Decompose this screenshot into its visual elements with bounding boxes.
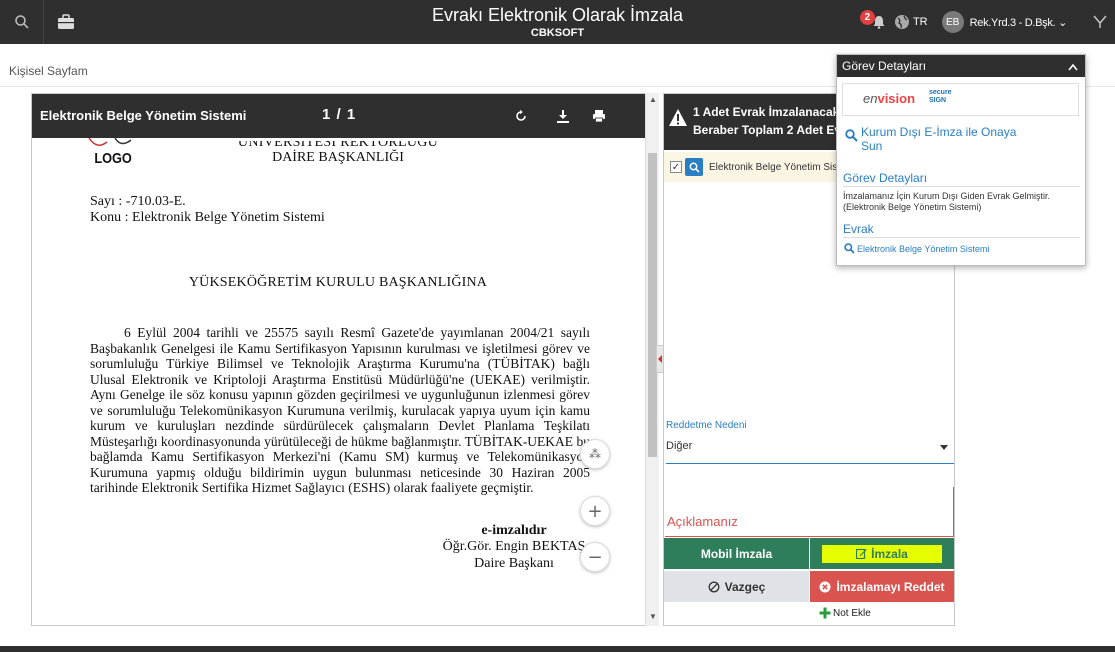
- filter-icon[interactable]: [1085, 0, 1115, 44]
- bottom-bar: [0, 646, 1115, 652]
- department-name: DAİRE BAŞKANLIĞI: [272, 150, 404, 165]
- language-selector[interactable]: TR: [894, 14, 928, 30]
- popup-document-label: Elektronik Belge Yönetim Sistemi: [857, 243, 990, 254]
- top-bar: Evrakı Elektronik Olarak İmzala CBKSOFT …: [0, 0, 1115, 44]
- comment-label: Açıklamanız: [667, 514, 738, 529]
- mobile-sign-label: Mobil İmzala: [700, 546, 773, 561]
- print-icon[interactable]: [587, 104, 611, 128]
- search-icon[interactable]: [0, 0, 44, 44]
- alert-line-2: Beraber Toplam 2 Adet Evrak: [693, 123, 860, 137]
- external-esign-line-2: Sun: [861, 139, 883, 153]
- add-note-button[interactable]: Not Ekle: [819, 607, 871, 619]
- notification-badge: 2: [859, 10, 875, 25]
- reject-reason-value: Diğer: [666, 440, 693, 452]
- esign-label: e-imzalıdır: [481, 523, 547, 538]
- section-document: Evrak: [843, 222, 874, 236]
- header-actions: 2 TR EB Rek.Yrd.3 - D.Bşk. ⌄: [859, 0, 1115, 44]
- scrollbar-thumb[interactable]: [648, 153, 657, 457]
- reject-reason-select[interactable]: Diğer: [666, 436, 954, 464]
- recipient: YÜKSEKÖĞRETİM KURULU BAŞKANLIĞINA: [188, 275, 488, 290]
- page-indicator: 1 / 1: [322, 106, 357, 123]
- document-page: LOGO ÜNİVERSİTESİ REKTÖRLÜĞÜ DAİRE BAŞKA…: [32, 138, 644, 625]
- document-viewer: Elektronik Belge Yönetim Sistemi 1 / 1 L…: [31, 93, 659, 626]
- chevron-down-icon: ⌄: [1058, 16, 1067, 29]
- logo-sign-text: SIGN: [929, 97, 947, 104]
- task-details-popup: Görev Detayları envision secure SIGN Kuru…: [836, 54, 1086, 266]
- divider: [843, 186, 1080, 187]
- user-label: Rek.Yrd.3 - D.Bşk.: [969, 16, 1056, 29]
- scroll-down-icon[interactable]: ▼: [649, 612, 657, 621]
- viewer-title: Elektronik Belge Yönetim Sistemi: [40, 108, 247, 123]
- popup-document-link[interactable]: Elektronik Belge Yönetim Sistemi: [844, 243, 989, 254]
- popup-header: Görev Detayları: [837, 55, 1085, 77]
- cancel-button[interactable]: Vazgeç: [664, 571, 809, 602]
- avatar[interactable]: EB: [941, 11, 964, 33]
- cancel-label: Vazgeç: [724, 579, 766, 594]
- warning-icon: [669, 109, 687, 126]
- add-note-label: Not Ekle: [833, 607, 871, 619]
- user-menu[interactable]: Rek.Yrd.3 - D.Bşk. ⌄: [969, 16, 1068, 29]
- briefcase-icon[interactable]: [44, 0, 88, 44]
- language-label: TR: [912, 16, 928, 28]
- external-esign-line-1: Kurum Dışı E-İmza ile Onaya: [861, 125, 1017, 139]
- plus-icon: [819, 607, 831, 619]
- alert-line-1: 1 Adet Evrak İmzalanacaktır: [693, 105, 852, 119]
- breadcrumb[interactable]: Kişisel Sayfam: [9, 64, 88, 78]
- edit-icon: [856, 548, 867, 559]
- external-esign-link[interactable]: Kurum Dışı E-İmza ile Onaya Sun: [845, 125, 1016, 153]
- sign-button[interactable]: İmzala: [810, 538, 954, 569]
- document-item-label: Elektronik Belge Yönetim Sistemi: [709, 161, 857, 173]
- viewer-toolbar: Elektronik Belge Yönetim Sistemi 1 / 1: [32, 94, 658, 138]
- reference-number: Sayı : -710.03-E.: [90, 194, 186, 209]
- globe-icon: [894, 15, 909, 29]
- zoom-in-icon[interactable]: +: [580, 496, 610, 526]
- mobile-sign-button[interactable]: Mobil İmzala: [664, 538, 809, 569]
- logo-secure-text: secure: [929, 89, 952, 96]
- notification-button[interactable]: 2: [859, 8, 888, 36]
- subject-line: Konu : Elektronik Belge Yönetim Sistemi: [90, 210, 325, 225]
- scroll-up-icon[interactable]: ▲: [649, 95, 657, 104]
- dropdown-caret-icon: [940, 445, 948, 450]
- close-circle-icon: [819, 581, 831, 592]
- rotate-icon[interactable]: [509, 104, 533, 128]
- reject-sign-label: İmzalamayı Reddet: [836, 579, 945, 594]
- logo-env-text: en: [863, 91, 878, 106]
- sign-button-highlight: İmzala: [822, 544, 942, 563]
- divider: [843, 237, 1080, 238]
- chevron-up-icon[interactable]: [1068, 60, 1078, 74]
- envision-logo: envision secure SIGN: [842, 83, 1079, 116]
- logo-vision-text: vision: [877, 91, 916, 106]
- download-icon[interactable]: [551, 104, 575, 128]
- sign-label: İmzala: [871, 546, 908, 561]
- comment-field[interactable]: Açıklamanız: [665, 487, 954, 537]
- fit-page-icon[interactable]: ⁂: [580, 439, 610, 469]
- ban-icon: [708, 581, 720, 592]
- search-icon: [844, 243, 855, 254]
- preview-search-icon[interactable]: [685, 158, 703, 176]
- popup-title: Görev Detayları: [842, 59, 927, 73]
- document-checkbox[interactable]: ✓: [670, 161, 682, 173]
- task-description: İmzalamanız İçin Kurum Dışı Giden Evrak …: [843, 191, 1051, 212]
- reject-sign-button[interactable]: İmzalamayı Reddet: [810, 571, 954, 602]
- search-icon: [845, 129, 858, 142]
- document-body: 6 Eylül 2004 tarihli ve 25575 sayılı Res…: [90, 325, 590, 495]
- section-task-details: Görev Detayları: [843, 171, 928, 185]
- reject-reason-label: Reddetme Nedeni: [666, 420, 747, 431]
- zoom-out-icon[interactable]: −: [580, 542, 610, 572]
